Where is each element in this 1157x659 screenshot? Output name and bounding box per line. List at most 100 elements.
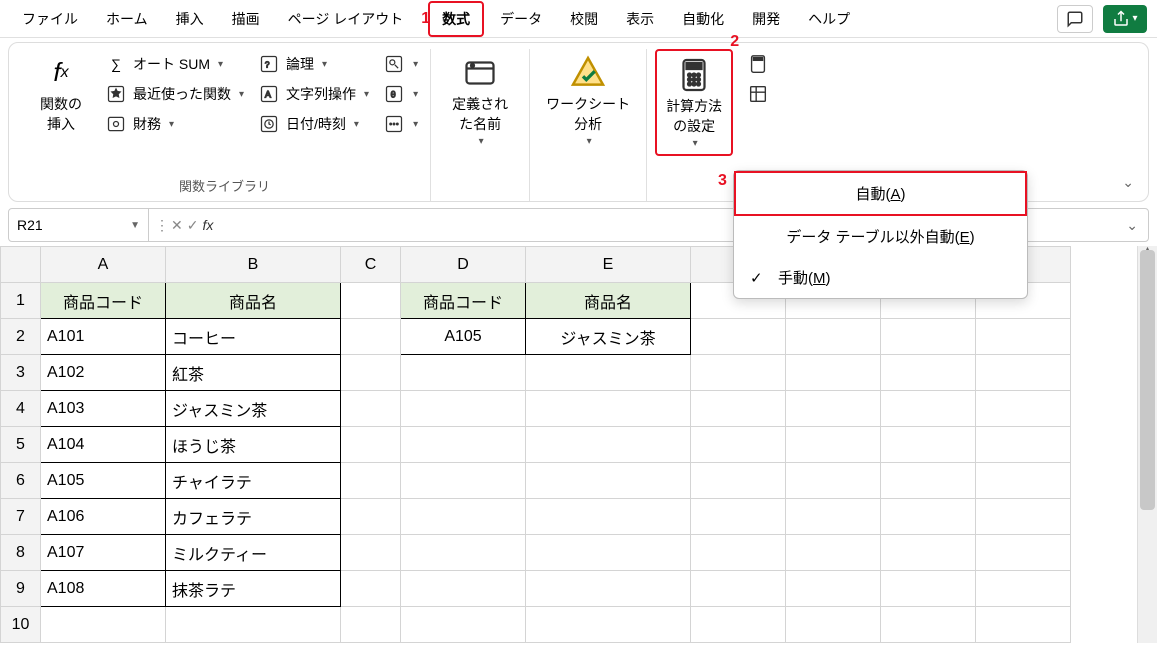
row-header[interactable]: 1	[1, 283, 41, 319]
cell[interactable]: 商品コード	[41, 283, 166, 319]
tab-page-layout[interactable]: ページ レイアウト	[276, 3, 416, 35]
cell[interactable]: コーヒー	[166, 319, 341, 355]
enter-formula-button[interactable]: ✓	[187, 217, 199, 234]
cell[interactable]	[786, 463, 881, 499]
cell[interactable]: A108	[41, 571, 166, 607]
calc-option-auto-except-tables[interactable]: データ テーブル以外自動(E)	[734, 216, 1027, 257]
cell[interactable]	[341, 355, 401, 391]
logical-button[interactable]: ? 論理	[254, 51, 373, 77]
tab-draw[interactable]: 描画	[220, 3, 272, 35]
cell[interactable]	[166, 607, 341, 643]
cell[interactable]	[526, 535, 691, 571]
cell[interactable]	[526, 571, 691, 607]
cell[interactable]	[341, 319, 401, 355]
cell[interactable]	[976, 463, 1071, 499]
spreadsheet-grid[interactable]: ABCDEFGHI1商品コード商品名商品コード商品名2A101コーヒーA105ジ…	[0, 246, 1071, 643]
worksheet-analysis-button[interactable]: ワークシート 分析	[538, 49, 638, 152]
cell[interactable]	[341, 463, 401, 499]
cell[interactable]	[976, 571, 1071, 607]
tab-automate[interactable]: 自動化	[670, 3, 736, 35]
cell[interactable]	[401, 535, 526, 571]
vertical-scrollbar[interactable]: ▴	[1137, 246, 1157, 643]
cell[interactable]: カフェラテ	[166, 499, 341, 535]
cell[interactable]	[341, 427, 401, 463]
cell[interactable]	[401, 499, 526, 535]
column-header[interactable]: B	[166, 247, 341, 283]
formula-bar-expand[interactable]: ⌄	[1116, 217, 1148, 234]
cell[interactable]	[691, 571, 786, 607]
select-all-corner[interactable]	[1, 247, 41, 283]
cell[interactable]: 商品名	[526, 283, 691, 319]
cell[interactable]	[786, 571, 881, 607]
cell[interactable]: 抹茶ラテ	[166, 571, 341, 607]
calc-option-manual[interactable]: ✓ 手動(M)	[734, 257, 1027, 298]
row-header[interactable]: 8	[1, 535, 41, 571]
cell[interactable]	[976, 607, 1071, 643]
cell[interactable]	[691, 427, 786, 463]
cell[interactable]	[976, 319, 1071, 355]
cell[interactable]	[786, 535, 881, 571]
cell[interactable]	[881, 607, 976, 643]
ribbon-collapse-button[interactable]: ⌄	[1122, 174, 1134, 191]
cell[interactable]	[786, 427, 881, 463]
cell[interactable]	[691, 319, 786, 355]
cell[interactable]	[881, 391, 976, 427]
cell[interactable]	[341, 535, 401, 571]
cell[interactable]	[41, 607, 166, 643]
cell[interactable]: A104	[41, 427, 166, 463]
fx-icon[interactable]: fx	[202, 217, 213, 233]
cell[interactable]	[976, 499, 1071, 535]
financial-button[interactable]: 財務	[101, 111, 248, 137]
cell[interactable]	[786, 391, 881, 427]
chevron-down-icon[interactable]: ▼	[130, 220, 140, 231]
column-header[interactable]: C	[341, 247, 401, 283]
tab-data[interactable]: データ	[488, 3, 554, 35]
cell[interactable]	[976, 427, 1071, 463]
calc-sheet-button[interactable]	[743, 81, 773, 107]
calc-now-button[interactable]	[743, 51, 773, 77]
cell[interactable]	[786, 319, 881, 355]
cell[interactable]	[786, 607, 881, 643]
cell[interactable]	[691, 607, 786, 643]
cell[interactable]	[881, 463, 976, 499]
cell[interactable]	[401, 427, 526, 463]
comments-button[interactable]	[1057, 5, 1093, 33]
cell[interactable]	[341, 391, 401, 427]
cell[interactable]: 紅茶	[166, 355, 341, 391]
cell[interactable]	[881, 571, 976, 607]
cell[interactable]: ジャスミン茶	[526, 319, 691, 355]
cell[interactable]	[526, 427, 691, 463]
cell[interactable]	[881, 355, 976, 391]
cell[interactable]: ジャスミン茶	[166, 391, 341, 427]
calculation-options-button[interactable]: 計算方法 の設定	[655, 49, 733, 156]
cell[interactable]	[341, 499, 401, 535]
tab-review[interactable]: 校閲	[558, 3, 610, 35]
tab-view[interactable]: 表示	[614, 3, 666, 35]
cell[interactable]	[526, 463, 691, 499]
cancel-formula-button[interactable]: ✕	[171, 217, 183, 234]
recently-used-button[interactable]: 最近使った関数	[101, 81, 248, 107]
row-header[interactable]: 6	[1, 463, 41, 499]
row-header[interactable]: 5	[1, 427, 41, 463]
tab-formulas[interactable]: 数式	[428, 1, 484, 37]
cell[interactable]: A102	[41, 355, 166, 391]
cell[interactable]	[976, 355, 1071, 391]
cell[interactable]: A107	[41, 535, 166, 571]
row-header[interactable]: 9	[1, 571, 41, 607]
cell[interactable]: 商品名	[166, 283, 341, 319]
autosum-button[interactable]: ∑ オート SUM	[101, 51, 248, 77]
cell[interactable]	[526, 499, 691, 535]
calc-option-auto[interactable]: 自動(A)	[734, 171, 1027, 216]
defined-names-button[interactable]: 定義され た名前	[439, 49, 521, 152]
cell[interactable]: A103	[41, 391, 166, 427]
cell[interactable]	[881, 499, 976, 535]
row-header[interactable]: 3	[1, 355, 41, 391]
cell[interactable]: A101	[41, 319, 166, 355]
cell[interactable]	[401, 391, 526, 427]
cell[interactable]	[341, 571, 401, 607]
cell[interactable]	[976, 535, 1071, 571]
cell[interactable]: チャイラテ	[166, 463, 341, 499]
lookup-button[interactable]	[379, 51, 422, 77]
tab-insert[interactable]: 挿入	[164, 3, 216, 35]
cell[interactable]: A105	[41, 463, 166, 499]
